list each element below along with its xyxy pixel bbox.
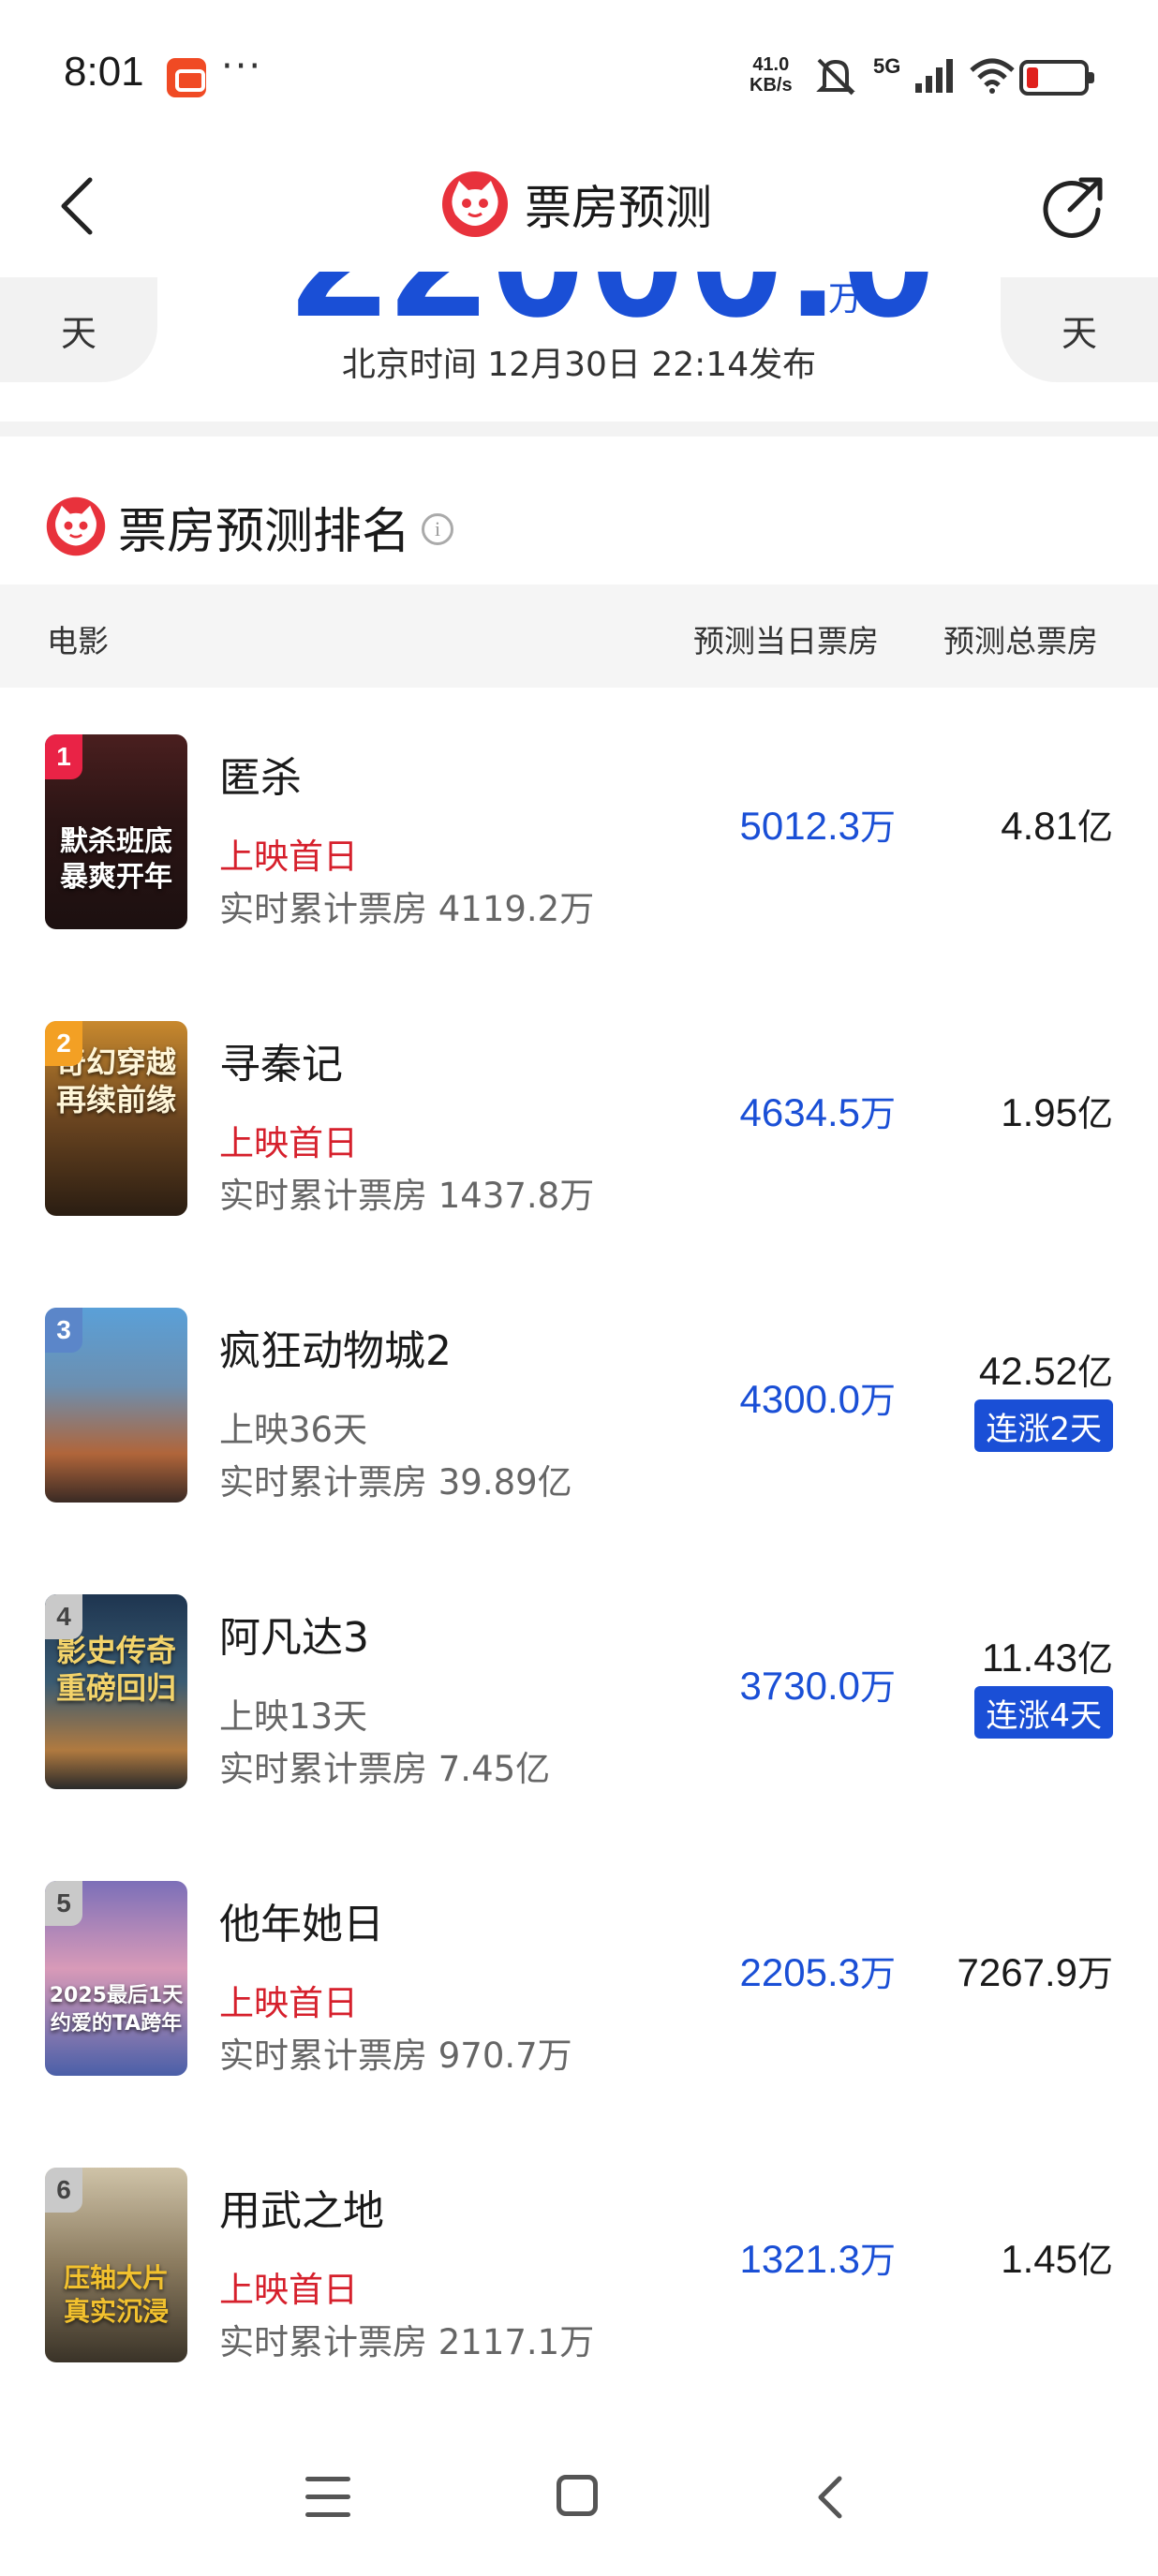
release-status: 上映首日	[219, 1123, 358, 1163]
poster-text: 影史传奇 重磅回归	[55, 1633, 176, 1706]
signal-icon	[915, 59, 954, 93]
movie-name: 他年她日	[219, 1901, 384, 1948]
publish-time: 北京时间 12月30日 22:14发布	[341, 346, 817, 384]
total-forecast: 4.81亿	[1001, 804, 1113, 848]
movie-poster[interactable]: 奇幻穿越 再续前缘 2	[45, 1021, 187, 1216]
release-status: 上映首日	[219, 836, 358, 877]
forecast-total-unit: 万	[828, 280, 863, 318]
nav-title-group: 票房预测	[440, 167, 712, 242]
net-speed-value: 41.0	[752, 54, 790, 75]
rising-streak-badge: 连涨4天	[974, 1686, 1113, 1739]
rank-badge: 4	[45, 1594, 82, 1639]
release-status: 上映36天	[219, 1410, 368, 1450]
rank-badge: 5	[45, 1881, 82, 1926]
rank-badge: 3	[45, 1308, 82, 1353]
movie-row[interactable]: 奇幻穿越 再续前缘 2 寻秦记 上映首日 实时累计票房 1437.8万 4634…	[0, 1021, 1158, 1302]
movie-row[interactable]: 2025最后1天 约爱的TA跨年 5 他年她日 上映首日 实时累计票房 970.…	[0, 1881, 1158, 2162]
forecast-summary: 22000.0 万 天 天 北京时间 12月30日 22:14发布	[0, 272, 1158, 422]
movie-name: 疯狂动物城2	[219, 1327, 452, 1375]
share-icon[interactable]	[1036, 169, 1111, 244]
back-icon[interactable]	[811, 2473, 849, 2522]
info-icon[interactable]: i	[422, 513, 454, 545]
release-status: 上映首日	[219, 1983, 358, 2023]
rank-badge: 1	[45, 734, 82, 779]
system-nav-bar	[0, 2435, 1158, 2576]
movie-poster[interactable]: 默杀班底 暴爽开年 1	[45, 734, 187, 929]
column-daily-forecast: 预测当日票房	[693, 623, 879, 659]
movie-row[interactable]: 默杀班底 暴爽开年 1 匿杀 上映首日 实时累计票房 4119.2万 5012.…	[0, 734, 1158, 1015]
maoyan-cat-icon	[46, 496, 106, 556]
movie-poster[interactable]: 3	[45, 1308, 187, 1503]
daily-forecast: 4634.5万	[739, 1090, 896, 1134]
section-divider	[0, 422, 1158, 437]
wifi-icon	[970, 58, 1016, 94]
rank-badge: 2	[45, 1021, 82, 1066]
daily-forecast: 1321.3万	[739, 2237, 896, 2281]
column-movie: 电影	[47, 623, 109, 659]
page-title: 票房预测	[525, 181, 712, 235]
cumulative-box-office: 实时累计票房 970.7万	[219, 2036, 572, 2076]
chevron-left-icon[interactable]	[45, 169, 120, 244]
total-forecast: 11.43亿	[981, 1636, 1113, 1680]
daily-forecast: 3730.0万	[739, 1664, 896, 1708]
total-forecast: 7267.9万	[957, 1950, 1113, 1994]
column-total-forecast: 预测总票房	[943, 623, 1098, 659]
poster-text: 压轴大片 真实沉浸	[63, 2262, 169, 2327]
poster-text: 默杀班底 暴爽开年	[60, 825, 172, 894]
ranking-title: 票房预测排名	[118, 503, 411, 560]
net-speed: 41.0 KB/s	[750, 54, 793, 96]
menu-icon[interactable]	[305, 2477, 350, 2518]
daily-forecast: 4300.0万	[739, 1377, 896, 1421]
movie-poster[interactable]: 压轴大片 真实沉浸 6	[45, 2168, 187, 2362]
total-forecast: 1.45亿	[1001, 2237, 1113, 2281]
battery-icon	[1019, 60, 1094, 96]
maoyan-cat-icon	[442, 171, 508, 237]
movie-name: 用武之地	[219, 2187, 384, 2235]
movie-row[interactable]: 压轴大片 真实沉浸 6 用武之地 上映首日 实时累计票房 2117.1万 132…	[0, 2168, 1158, 2449]
rank-badge: 6	[45, 2168, 82, 2213]
home-icon[interactable]	[557, 2475, 598, 2516]
net-speed-unit: KB/s	[750, 75, 793, 96]
status-time: 8:01	[64, 49, 144, 95]
movie-name: 寻秦记	[219, 1041, 343, 1088]
movie-poster[interactable]: 影史传奇 重磅回归 4	[45, 1594, 187, 1789]
movie-row[interactable]: 影史传奇 重磅回归 4 阿凡达3 上映13天 实时累计票房 7.45亿 3730…	[0, 1594, 1158, 1875]
total-forecast: 42.52亿	[978, 1349, 1113, 1393]
status-icons: 5G	[811, 52, 1017, 99]
cumulative-box-office: 实时累计票房 7.45亿	[219, 1749, 551, 1789]
rising-streak-badge: 连涨2天	[974, 1399, 1113, 1452]
mute-icon	[816, 58, 855, 96]
release-status: 上映13天	[219, 1696, 368, 1737]
cumulative-box-office: 实时累计票房 39.89亿	[219, 1462, 572, 1503]
cumulative-box-office: 实时累计票房 1437.8万	[219, 1176, 595, 1216]
top-nav: 票房预测	[0, 141, 1158, 272]
cumulative-box-office: 实时累计票房 4119.2万	[219, 889, 595, 929]
daily-forecast: 2205.3万	[739, 1950, 896, 1994]
movie-name: 匿杀	[219, 754, 302, 802]
network-type: 5G	[873, 54, 901, 78]
release-status: 上映首日	[219, 2270, 358, 2310]
status-bar: 8:01 ··· 41.0 KB/s 5G	[0, 0, 1158, 141]
more-notifications-indicator: ···	[221, 45, 263, 88]
column-header: 电影 预测当日票房 预测总票房	[0, 585, 1158, 688]
movie-name: 阿凡达3	[219, 1614, 369, 1662]
movie-poster[interactable]: 2025最后1天 约爱的TA跨年 5	[45, 1881, 187, 2076]
ranking-header: 票房预测排名 i	[45, 489, 454, 564]
poster-text: 2025最后1天 约爱的TA跨年	[49, 1984, 184, 2036]
daily-forecast: 5012.3万	[739, 804, 896, 848]
movie-row[interactable]: 3 疯狂动物城2 上映36天 实时累计票房 39.89亿 4300.0万 42.…	[0, 1308, 1158, 1589]
cumulative-box-office: 实时累计票房 2117.1万	[219, 2322, 595, 2362]
app-notification-icon	[167, 58, 206, 97]
total-forecast: 1.95亿	[1001, 1090, 1113, 1134]
